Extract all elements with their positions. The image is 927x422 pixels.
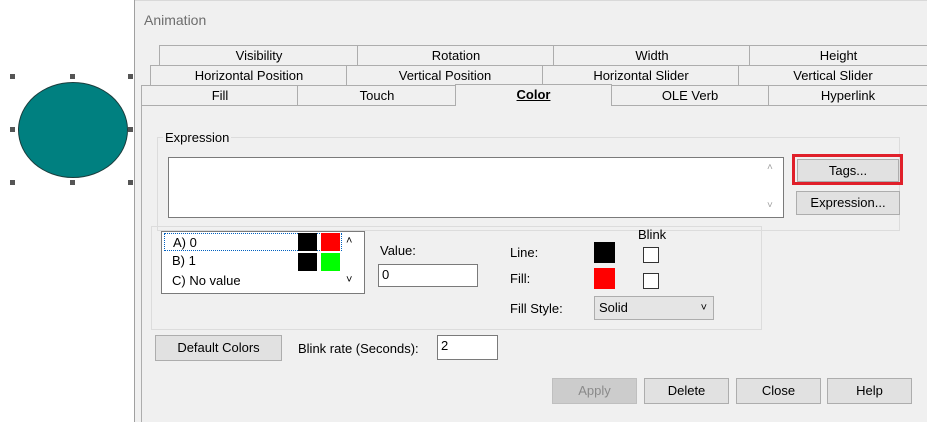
tab-fill[interactable]: Fill xyxy=(141,85,299,106)
value-input[interactable]: 0 xyxy=(378,264,478,287)
tab-height[interactable]: Height xyxy=(749,45,927,66)
tab-width[interactable]: Width xyxy=(553,45,751,66)
fill-color-button[interactable] xyxy=(594,268,615,289)
tab-vertical-slider[interactable]: Vertical Slider xyxy=(738,65,927,86)
line-color-swatch xyxy=(298,233,317,251)
scroll-up-icon[interactable]: ˄ xyxy=(767,162,773,173)
list-item[interactable]: C) No value xyxy=(164,272,342,290)
resize-handle[interactable] xyxy=(128,180,133,185)
dialog-title: Animation xyxy=(144,12,207,28)
apply-button[interactable]: Apply xyxy=(552,378,637,404)
default-colors-button[interactable]: Default Colors xyxy=(155,335,282,361)
expression-scrollbar[interactable]: ˄ ˅ xyxy=(765,160,781,216)
line-color-swatch xyxy=(298,253,317,271)
expression-group-label: Expression xyxy=(163,130,232,145)
resize-handle[interactable] xyxy=(10,127,15,132)
resize-handle[interactable] xyxy=(128,74,133,79)
tab-color[interactable]: Color xyxy=(455,84,612,106)
value-label: Value: xyxy=(380,243,416,258)
resize-handle[interactable] xyxy=(128,127,133,132)
resize-handle[interactable] xyxy=(10,180,15,185)
delete-button[interactable]: Delete xyxy=(644,378,729,404)
chevron-down-icon: ˅ xyxy=(700,302,707,314)
fill-color-swatch xyxy=(321,233,340,251)
blink-label: Blink xyxy=(638,227,667,242)
fill-style-label: Fill Style: xyxy=(510,301,563,316)
tab-visibility[interactable]: Visibility xyxy=(159,45,359,66)
animation-dialog: Animation Visibility Rotation Width Heig… xyxy=(134,0,927,422)
close-button[interactable]: Close xyxy=(736,378,821,404)
line-color-button[interactable] xyxy=(594,242,615,263)
line-label: Line: xyxy=(510,245,539,260)
tab-hyperlink[interactable]: Hyperlink xyxy=(768,85,927,106)
drawing-canvas[interactable] xyxy=(0,0,134,422)
resize-handle[interactable] xyxy=(70,180,75,185)
resize-handle[interactable] xyxy=(10,74,15,79)
blink-rate-label: Blink rate (Seconds): xyxy=(298,341,419,356)
tags-button[interactable]: Tags... xyxy=(797,159,899,182)
scroll-down-icon[interactable]: ˅ xyxy=(767,200,773,211)
ellipse-shape[interactable] xyxy=(18,82,128,178)
fill-label: Fill: xyxy=(510,271,531,286)
fill-color-swatch xyxy=(321,253,340,271)
tab-horizontal-slider[interactable]: Horizontal Slider xyxy=(542,65,740,86)
help-button[interactable]: Help xyxy=(827,378,912,404)
line-blink-checkbox[interactable] xyxy=(643,247,659,263)
tab-rotation[interactable]: Rotation xyxy=(357,45,555,66)
tab-ole-verb[interactable]: OLE Verb xyxy=(610,85,770,106)
color-value-list[interactable]: A) 0 B) 1 C) No value ˄ ˅ xyxy=(161,231,365,294)
tab-horizontal-position[interactable]: Horizontal Position xyxy=(150,65,348,86)
fill-style-select[interactable]: Solid ˅ xyxy=(594,296,714,320)
expression-input[interactable] xyxy=(168,157,784,218)
expression-button[interactable]: Expression... xyxy=(796,191,900,215)
title-bar-border xyxy=(135,0,927,1)
chevron-down-icon[interactable]: ˅ xyxy=(346,274,352,286)
resize-handle[interactable] xyxy=(70,74,75,79)
fill-blink-checkbox[interactable] xyxy=(643,273,659,289)
tab-vertical-position[interactable]: Vertical Position xyxy=(346,65,544,86)
blink-rate-input[interactable]: 2 xyxy=(437,335,498,360)
tab-touch[interactable]: Touch xyxy=(297,85,457,106)
chevron-up-icon[interactable]: ˄ xyxy=(346,235,352,247)
